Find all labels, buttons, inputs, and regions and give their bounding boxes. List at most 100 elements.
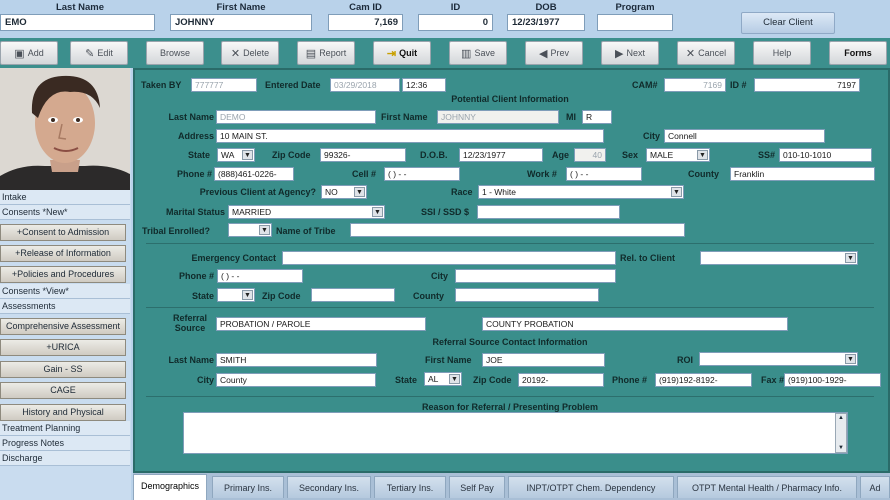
referral-source-field[interactable]: PROBATION / PAROLE	[216, 317, 426, 331]
urica-button[interactable]: +URICA	[0, 339, 126, 356]
first-name-field[interactable]: JOHNNY	[437, 110, 559, 124]
county-field[interactable]: Franklin	[730, 167, 875, 181]
browse-button[interactable]: Browse	[146, 41, 204, 65]
tribe-name-field[interactable]	[350, 223, 685, 237]
entered-time-field[interactable]: 12:36	[402, 78, 446, 92]
referral-phone-field[interactable]: (919)192-8192-	[655, 373, 752, 387]
tab-self-pay[interactable]: Self Pay	[449, 476, 505, 498]
rel-to-client-select[interactable]: ▼	[700, 251, 858, 265]
chevron-down-icon[interactable]: ▼	[372, 207, 383, 217]
scroll-down-icon[interactable]: ▼	[836, 444, 846, 452]
emergency-phone-field[interactable]: ( ) - -	[217, 269, 303, 283]
tab-primary-ins[interactable]: Primary Ins.	[212, 476, 284, 498]
taken-by-field[interactable]: 777777	[191, 78, 257, 92]
last-name-field[interactable]: DEMO	[216, 110, 376, 124]
forms-button[interactable]: Forms	[829, 41, 887, 65]
emergency-zip-field[interactable]	[311, 288, 395, 302]
emergency-contact-field[interactable]	[282, 251, 616, 265]
tribal-enrolled-select[interactable]: ▼	[228, 223, 272, 237]
consent-admission-button[interactable]: +Consent to Admission	[0, 224, 126, 241]
zip-code-field[interactable]: 99326-	[320, 148, 406, 162]
dob-field[interactable]: 12/23/1977	[459, 148, 543, 162]
chevron-down-icon[interactable]: ▼	[259, 225, 270, 235]
release-info-button[interactable]: +Release of Information	[0, 245, 126, 262]
chevron-down-icon[interactable]: ▼	[671, 187, 682, 197]
tab-demographics[interactable]: Demographics	[133, 474, 207, 500]
entered-date-field[interactable]: 03/29/2018	[330, 78, 400, 92]
sidebar-item-discharge[interactable]: Discharge	[0, 451, 130, 466]
scroll-up-icon[interactable]: ▲	[836, 414, 846, 422]
race-select[interactable]: 1 - White ▼	[478, 185, 684, 199]
comprehensive-assessment-button[interactable]: Comprehensive Assessment	[0, 318, 126, 335]
header-dob-field[interactable]: 12/23/1977	[507, 14, 585, 31]
tab-otpt-mental-health[interactable]: OTPT Mental Health / Pharmacy Info.	[677, 476, 857, 498]
address-field[interactable]: 10 MAIN ST.	[216, 129, 604, 143]
chevron-down-icon[interactable]: ▼	[697, 150, 708, 160]
sidebar-item-treatment-planning[interactable]: Treatment Planning	[0, 421, 130, 436]
mi-field[interactable]: R	[582, 110, 612, 124]
header-last-name-field[interactable]: EMO	[0, 14, 155, 31]
next-button[interactable]: ▶ Next	[601, 41, 659, 65]
chevron-down-icon[interactable]: ▼	[242, 150, 253, 160]
referral-last-name-field[interactable]: SMITH	[216, 353, 377, 367]
add-button[interactable]: ▣ Add	[0, 41, 58, 65]
chevron-down-icon[interactable]: ▼	[354, 187, 365, 197]
quit-button[interactable]: ⇥ Quit	[373, 41, 431, 65]
referral-zip-field[interactable]: 20192-	[518, 373, 604, 387]
history-physical-button[interactable]: History and Physical	[0, 404, 126, 421]
chevron-down-icon[interactable]: ▼	[845, 354, 856, 364]
cancel-button[interactable]: ✕ Cancel	[677, 41, 735, 65]
phone-field[interactable]: (888)461-0226-	[214, 167, 294, 181]
cam-number-field[interactable]: 7169	[664, 78, 726, 92]
ssi-field[interactable]	[477, 205, 620, 219]
reason-scrollbar[interactable]: ▲ ▼	[835, 413, 847, 453]
reason-for-referral-textarea[interactable]	[183, 412, 848, 454]
delete-button[interactable]: ✕ Delete	[221, 41, 279, 65]
sidebar-item-consents-new[interactable]: Consents *New*	[0, 205, 130, 220]
save-button[interactable]: ▥ Save	[449, 41, 507, 65]
tab-additional[interactable]: Ad	[860, 476, 890, 498]
referral-city-field[interactable]: County	[216, 373, 376, 387]
cage-button[interactable]: CAGE	[0, 382, 126, 399]
emergency-state-select[interactable]: ▼	[217, 288, 255, 302]
sex-select[interactable]: MALE ▼	[646, 148, 710, 162]
referral-fax-field[interactable]: (919)100-1929-	[784, 373, 881, 387]
roi-select[interactable]: ▼	[699, 352, 858, 366]
sidebar-item-assessments[interactable]: Assessments	[0, 299, 130, 314]
gain-ss-button[interactable]: Gain - SS	[0, 361, 126, 378]
cell-field[interactable]: ( ) - -	[384, 167, 460, 181]
referral-first-name-field[interactable]: JOE	[482, 353, 605, 367]
chevron-down-icon[interactable]: ▼	[242, 290, 253, 300]
tab-tertiary-ins[interactable]: Tertiary Ins.	[374, 476, 446, 498]
chevron-down-icon[interactable]: ▼	[449, 374, 460, 384]
sidebar-item-consents-view[interactable]: Consents *View*	[0, 284, 130, 299]
emergency-city-field[interactable]	[455, 269, 616, 283]
referral-agency-field[interactable]: COUNTY PROBATION	[482, 317, 788, 331]
ssn-field[interactable]: 010-10-1010	[779, 148, 872, 162]
prev-button[interactable]: ◀ Prev	[525, 41, 583, 65]
state-select[interactable]: WA ▼	[217, 148, 255, 162]
header-program-field[interactable]	[597, 14, 673, 31]
referral-state-select[interactable]: AL ▼	[424, 372, 462, 386]
id-number-field[interactable]: 7197	[754, 78, 860, 92]
chevron-down-icon[interactable]: ▼	[845, 253, 856, 263]
clear-client-button[interactable]: Clear Client	[741, 12, 835, 34]
header-id-field[interactable]: 0	[418, 14, 493, 31]
tab-secondary-ins[interactable]: Secondary Ins.	[287, 476, 371, 498]
header-cam-id-field[interactable]: 7,169	[328, 14, 403, 31]
cell-label: Cell #	[352, 169, 377, 179]
city-field[interactable]: Connell	[664, 129, 825, 143]
policies-button[interactable]: +Policies and Procedures	[0, 266, 126, 283]
tab-inpt-otpt-chem[interactable]: INPT/OTPT Chem. Dependency	[508, 476, 674, 498]
id-number-label: ID #	[730, 80, 747, 90]
header-first-name-field[interactable]: JOHNNY	[170, 14, 312, 31]
report-button[interactable]: ▤ Report	[297, 41, 355, 65]
work-field[interactable]: ( ) - -	[566, 167, 642, 181]
previous-client-select[interactable]: NO ▼	[321, 185, 367, 199]
sidebar-item-intake[interactable]: Intake	[0, 190, 130, 205]
marital-status-select[interactable]: MARRIED ▼	[228, 205, 385, 219]
emergency-county-field[interactable]	[455, 288, 599, 302]
edit-button[interactable]: ✎ Edit	[70, 41, 128, 65]
help-button[interactable]: Help	[753, 41, 811, 65]
sidebar-item-progress-notes[interactable]: Progress Notes	[0, 436, 130, 451]
